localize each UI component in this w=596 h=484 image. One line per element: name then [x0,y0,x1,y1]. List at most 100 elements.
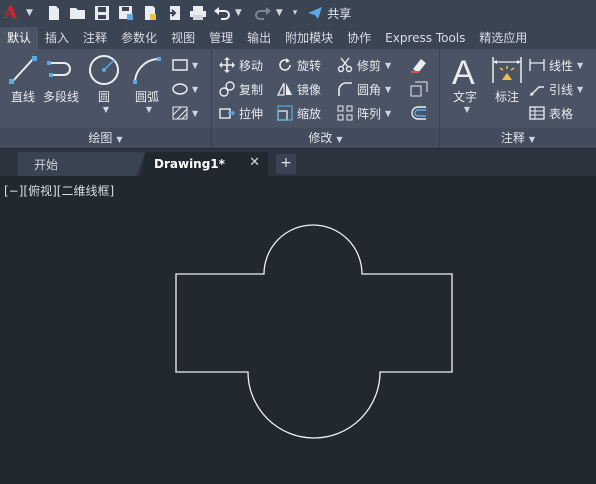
circle-dropdown-icon[interactable]: ▼ [103,105,109,114]
hatch-dropdown-icon[interactable]: ▼ [192,109,198,118]
arc-icon [130,53,164,87]
draw-panel-label: 绘图 [88,131,113,145]
explode-button[interactable] [410,79,431,99]
move-button[interactable]: 移动 [218,55,263,75]
open-folder-icon[interactable] [67,3,89,23]
polyline-button[interactable]: 多段线 [43,53,79,105]
save-icon[interactable] [91,3,113,23]
panel-draw: 直线 多段线 圆 ▼ 圆弧 ▼ ▼ ▼ ▼ 绘图 ▼ [0,49,212,148]
drawing-canvas[interactable]: [−][俯视][二维线框] [0,176,596,484]
stretch-icon [218,104,236,122]
viewport-controls[interactable]: [−][俯视][二维线框] [4,182,114,199]
table-icon [528,104,546,122]
stretch-button[interactable]: 拉伸 [218,103,263,123]
mirror-icon [276,80,294,98]
print-icon[interactable] [187,3,209,23]
move-label: 移动 [239,58,264,73]
ribbon: 直线 多段线 圆 ▼ 圆弧 ▼ ▼ ▼ ▼ 绘图 ▼ 移动 复制 拉伸 旋转 镜… [0,49,596,148]
dimension-label: 标注 [494,90,519,104]
mirror-button[interactable]: 镜像 [276,79,321,99]
linear-dimension-icon [528,56,546,74]
modify-panel-chevron-icon: ▼ [336,135,343,144]
tab-drawing1-label: Drawing1* [154,157,225,171]
circle-button[interactable]: 圆 ▼ [87,53,121,114]
text-button[interactable]: A 文字 ▼ [448,53,482,114]
ellipse-button[interactable]: ▼ [172,79,198,99]
array-dropdown-icon[interactable]: ▼ [385,109,391,118]
leader-dropdown-icon[interactable]: ▼ [577,85,583,94]
rotate-icon [276,56,294,74]
text-dropdown-icon[interactable]: ▼ [464,105,470,114]
redo-icon[interactable] [252,3,274,23]
linear-button[interactable]: 线性 ▼ [528,55,583,75]
new-file-icon[interactable] [43,3,65,23]
hatch-button[interactable]: ▼ [172,103,198,123]
tab-start[interactable]: 开始 [18,152,146,176]
dimension-button[interactable]: 标注 [490,53,524,105]
polyline-icon [44,53,78,87]
move-icon [218,56,236,74]
panel-draw-title[interactable]: 绘图 ▼ [0,128,211,148]
app-logo[interactable]: A [4,3,26,23]
explode-icon [410,80,428,98]
copy-button[interactable]: 复制 [218,79,263,99]
trim-dropdown-icon[interactable]: ▼ [385,61,391,70]
tab-drawing1[interactable]: Drawing1* ✕ [140,152,268,176]
new-tab-button[interactable]: + [276,154,296,174]
eraser-icon [410,56,428,74]
fillet-button[interactable]: 圆角 ▼ [336,79,391,99]
line-button[interactable]: 直线 [6,53,40,105]
linear-label: 线性 [549,58,574,73]
send-icon [308,7,323,19]
tab-6[interactable]: 输出 [240,27,278,49]
rectangle-dropdown-icon[interactable]: ▼ [192,61,198,70]
save-as-icon[interactable] [115,3,137,23]
array-button[interactable]: 阵列 ▼ [336,103,391,123]
tab-1[interactable]: 插入 [38,27,76,49]
leader-button[interactable]: 引线 ▼ [528,79,583,99]
tab-0[interactable]: 默认 [0,27,39,49]
annotation-panel-label: 注释 [500,131,525,145]
customize-qat-icon[interactable]: ▾ [293,8,298,18]
undo-icon[interactable] [211,3,233,23]
publish-icon[interactable] [139,3,161,23]
tab-3[interactable]: 参数化 [114,27,164,49]
close-tab-icon[interactable]: ✕ [249,155,260,170]
tab-7[interactable]: 附加模块 [278,27,340,49]
tab-9[interactable]: Express Tools [378,27,472,49]
leader-icon [528,80,546,98]
copy-icon [218,80,236,98]
annotation-panel-chevron-icon: ▼ [528,135,536,144]
rotate-button[interactable]: 旋转 [276,55,321,75]
arc-button[interactable]: 圆弧 ▼ [130,53,164,114]
ellipse-dropdown-icon[interactable]: ▼ [192,85,198,94]
linear-dropdown-icon[interactable]: ▼ [577,61,583,70]
app-menu-chevron-icon[interactable]: ▼ [26,8,33,18]
scale-button[interactable]: 缩放 [276,103,321,123]
circle-icon [87,53,121,87]
table-button[interactable]: 表格 [528,103,573,123]
redo-dropdown-icon[interactable]: ▼ [276,8,283,18]
text-icon: A [448,53,482,87]
erase-button[interactable] [410,55,431,75]
tab-2[interactable]: 注释 [76,27,114,49]
arc-dropdown-icon[interactable]: ▼ [146,105,152,114]
tab-5[interactable]: 管理 [202,27,240,49]
panel-annotation-title[interactable]: 注释 ▼ [440,128,596,148]
import-icon[interactable] [163,3,185,23]
share-button[interactable]: 共享 [307,5,351,22]
tab-8[interactable]: 协作 [340,27,378,49]
line-icon [6,53,40,87]
undo-dropdown-icon[interactable]: ▼ [235,8,242,18]
scissors-icon [336,56,354,74]
trim-button[interactable]: 修剪 ▼ [336,55,391,75]
panel-modify-title[interactable]: 修改 ▼ [212,128,439,148]
rectangle-button[interactable]: ▼ [172,55,198,75]
draw-panel-chevron-icon: ▼ [116,135,123,144]
tab-10[interactable]: 精选应用 [472,27,534,49]
offset-button[interactable] [410,103,431,123]
fillet-label: 圆角 [357,82,382,97]
tab-start-label: 开始 [34,157,59,172]
fillet-dropdown-icon[interactable]: ▼ [385,85,391,94]
tab-4[interactable]: 视图 [164,27,202,49]
